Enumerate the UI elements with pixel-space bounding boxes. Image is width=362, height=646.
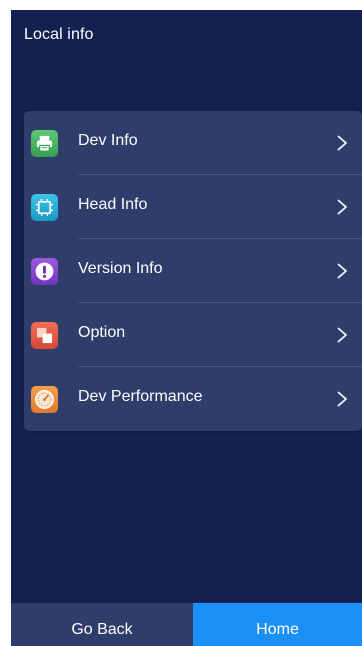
menu-item-version-info[interactable]: Version Info	[24, 239, 362, 303]
chevron-right-icon	[337, 391, 348, 407]
menu-item-label: Head Info	[78, 196, 148, 213]
menu-item-label: Option	[78, 324, 126, 341]
menu-item-dev-info[interactable]: Dev Info	[24, 111, 362, 175]
home-button[interactable]: Home	[193, 603, 362, 646]
menu-item-dev-performance[interactable]: Dev Performance	[24, 367, 362, 431]
menu-list: Dev Info Head Info Version Info Option D…	[24, 111, 362, 431]
chevron-right-icon	[337, 199, 348, 215]
chevron-right-icon	[337, 327, 348, 343]
chip-icon	[31, 194, 58, 221]
app-screen: Local info Dev Info Head Info Version In…	[11, 10, 362, 646]
bottom-nav-bar: Go Back Home	[11, 603, 362, 646]
speedometer-icon	[31, 386, 58, 413]
printer-icon	[31, 130, 58, 157]
menu-item-label: Dev Performance	[78, 388, 203, 405]
menu-item-label: Version Info	[78, 260, 163, 277]
menu-item-label: Dev Info	[78, 132, 138, 149]
go-back-button[interactable]: Go Back	[11, 603, 193, 646]
chevron-right-icon	[337, 135, 348, 151]
page-title: Local info	[24, 26, 94, 43]
exclamation-icon	[31, 258, 58, 285]
menu-item-head-info[interactable]: Head Info	[24, 175, 362, 239]
layers-icon	[31, 322, 58, 349]
chevron-right-icon	[337, 263, 348, 279]
menu-item-option[interactable]: Option	[24, 303, 362, 367]
